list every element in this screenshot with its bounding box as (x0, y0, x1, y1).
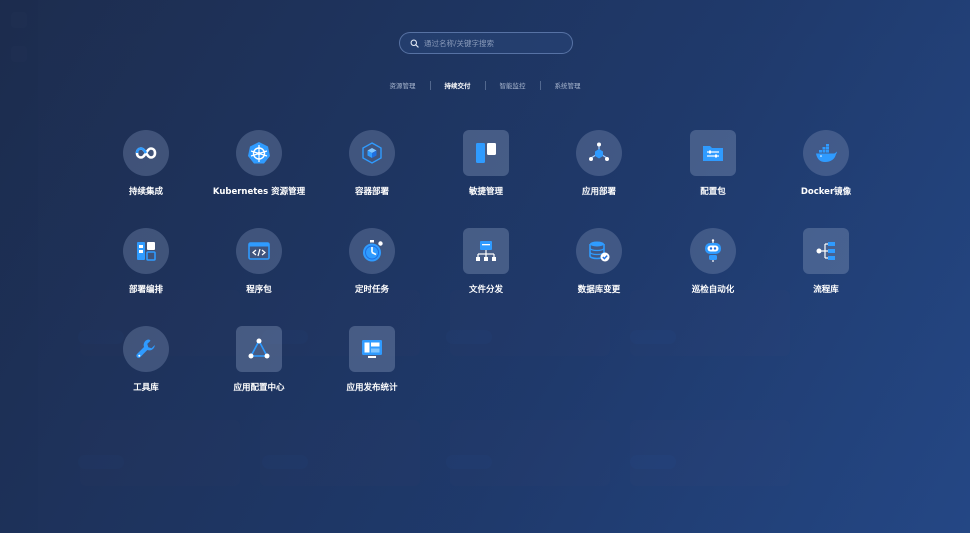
app-tile-program-package[interactable]: 程序包 (204, 228, 314, 295)
app-icon-bg (236, 228, 282, 274)
app-label: 部署编排 (128, 285, 163, 295)
infinity-loop-icon (135, 147, 157, 159)
app-tile-container-deploy[interactable]: 容器部署 (317, 130, 427, 197)
layout-blocks-icon (137, 242, 156, 261)
app-label: 定时任务 (354, 285, 389, 295)
app-tile-release-stats[interactable]: 应用发布统计 (317, 326, 427, 393)
app-label: 应用部署 (581, 187, 616, 197)
tab-continuous-delivery[interactable]: 持续交付 (431, 80, 485, 90)
file-distribution-icon (476, 241, 496, 261)
node-network-icon (589, 142, 609, 161)
kubernetes-wheel-icon (248, 142, 270, 164)
category-tabs: 资源管理 持续交付 智能监控 系统管理 (0, 80, 970, 90)
app-tile-docker-image[interactable]: Docker镜像 (771, 130, 881, 197)
app-label: Docker镜像 (800, 187, 852, 197)
app-icon-bg (690, 130, 736, 176)
app-tile-app-deploy[interactable]: 应用部署 (544, 130, 654, 197)
release-monitor-icon (362, 340, 382, 358)
app-icon-bg (690, 228, 736, 274)
kanban-board-icon (476, 143, 496, 163)
search-input[interactable] (424, 38, 554, 48)
app-icon-bg (123, 326, 169, 372)
app-tile-deploy-orchestration[interactable]: 部署编排 (91, 228, 201, 295)
app-tile-scheduled-task[interactable]: 定时任务 (317, 228, 427, 295)
app-label: Kubernetes 资源管理 (212, 187, 306, 197)
app-label: 工具库 (133, 383, 159, 393)
app-tile-process-library[interactable]: 流程库 (771, 228, 881, 295)
app-icon-bg (349, 228, 395, 274)
app-tile-inspection-automation[interactable]: 巡检自动化 (658, 228, 768, 295)
app-icon-bg (349, 130, 395, 176)
app-label: 应用配置中心 (233, 383, 285, 393)
app-tile-continuous-integration[interactable]: 持续集成 (91, 130, 201, 197)
app-tile-database-change[interactable]: 数据库变更 (544, 228, 654, 295)
app-launcher-overlay[interactable]: 资源管理 持续交付 智能监控 系统管理 持续集成 (0, 0, 970, 533)
triangle-nodes-icon (248, 338, 270, 359)
wrench-icon (136, 339, 155, 358)
tab-intelligent-monitoring[interactable]: 智能监控 (486, 80, 540, 90)
app-label: 数据库变更 (577, 285, 621, 295)
app-icon-bg (236, 326, 282, 372)
app-label: 程序包 (246, 285, 272, 295)
search-icon (410, 39, 419, 48)
app-icon-bg (463, 130, 509, 176)
app-label: 巡检自动化 (691, 285, 735, 295)
search-box[interactable] (399, 32, 573, 54)
flow-tree-icon (816, 242, 835, 260)
code-window-icon (248, 242, 270, 260)
app-label: 容器部署 (354, 187, 389, 197)
app-tile-tool-library[interactable]: 工具库 (91, 326, 201, 393)
app-icon-bg (803, 130, 849, 176)
app-icon-bg (576, 228, 622, 274)
app-tile-file-distribution[interactable]: 文件分发 (431, 228, 541, 295)
app-label: 敏捷管理 (468, 187, 503, 197)
app-icon-bg (349, 326, 395, 372)
tab-resource-management[interactable]: 资源管理 (376, 80, 430, 90)
app-icon-bg (123, 130, 169, 176)
stopwatch-icon (363, 240, 383, 262)
cube-icon (362, 142, 382, 164)
app-label: 配置包 (700, 187, 726, 197)
app-tile-config-package[interactable]: 配置包 (658, 130, 768, 197)
app-icon-bg (463, 228, 509, 274)
app-label: 持续集成 (128, 187, 163, 197)
app-label: 文件分发 (468, 285, 503, 295)
app-label: 流程库 (813, 285, 839, 295)
robot-icon (705, 239, 721, 262)
app-icon-bg (123, 228, 169, 274)
docker-whale-icon (816, 144, 837, 162)
app-tile-app-config-center[interactable]: 应用配置中心 (204, 326, 314, 393)
app-label: 应用发布统计 (346, 383, 398, 393)
app-tile-kubernetes[interactable]: Kubernetes 资源管理 (204, 130, 314, 197)
app-icon-bg (576, 130, 622, 176)
database-check-icon (589, 241, 610, 262)
app-icon-bg (803, 228, 849, 274)
folder-sliders-icon (703, 146, 723, 161)
app-icon-bg (236, 130, 282, 176)
app-tile-agile-management[interactable]: 敏捷管理 (431, 130, 541, 197)
tab-system-management[interactable]: 系统管理 (541, 80, 595, 90)
